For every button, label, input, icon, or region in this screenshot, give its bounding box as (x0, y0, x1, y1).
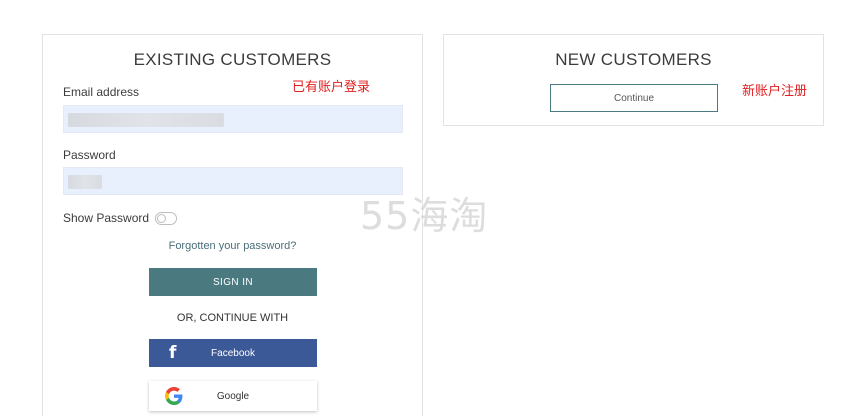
show-password-row: Show Password (63, 211, 178, 225)
password-field[interactable] (63, 167, 403, 195)
email-value-redacted (68, 113, 224, 127)
continue-button[interactable]: Continue (550, 84, 718, 112)
show-password-toggle[interactable] (155, 211, 178, 225)
password-value-redacted (68, 175, 102, 189)
google-label: Google (216, 390, 250, 402)
login-page: EXISTING CUSTOMERS 已有账户登录 Email address … (0, 0, 860, 416)
facebook-label: Facebook (211, 347, 255, 359)
continue-label: Continue (613, 92, 655, 104)
sign-in-label: SIGN IN (212, 276, 254, 288)
email-label: Email address (63, 85, 140, 99)
toggle-knob (157, 213, 167, 223)
watermark-logo: 55海淘 (360, 194, 489, 238)
existing-customers-cn-note: 已有账户登录 (292, 80, 371, 95)
show-password-label: Show Password (63, 211, 150, 225)
google-login-button[interactable]: Google (149, 381, 317, 411)
facebook-login-button[interactable]: f Facebook (149, 339, 317, 367)
email-field[interactable] (63, 105, 403, 133)
sign-in-button[interactable]: SIGN IN (149, 268, 317, 296)
facebook-icon: f (169, 343, 177, 363)
forgot-password-link[interactable]: Forgotten your password? (43, 240, 422, 252)
password-label: Password (63, 148, 116, 162)
new-customers-cn-note: 新账户注册 (742, 84, 808, 99)
existing-customers-title: EXISTING CUSTOMERS (133, 50, 332, 69)
or-continue-with-text: OR, CONTINUE WITH (176, 312, 289, 324)
google-icon (165, 387, 183, 405)
new-customers-title: NEW CUSTOMERS (555, 50, 712, 69)
